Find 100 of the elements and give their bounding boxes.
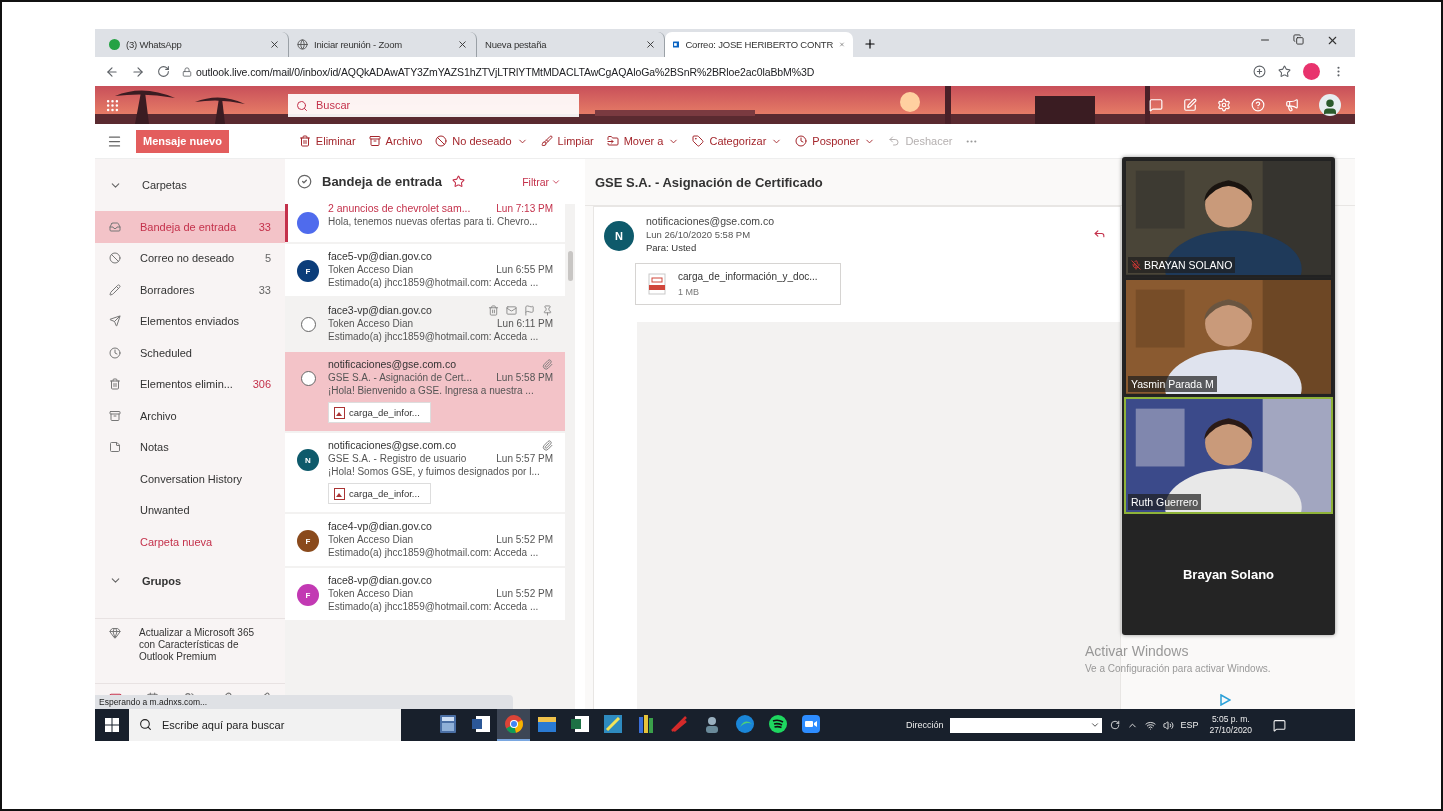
unread-count: 33 [258, 220, 271, 233]
select-circle[interactable] [300, 371, 316, 386]
close-icon[interactable] [645, 39, 656, 50]
folder-item[interactable]: Archivo [95, 400, 285, 432]
forward-icon[interactable] [131, 64, 145, 79]
attachment-card[interactable]: carga_de_información_y_doc... 1 MB [635, 263, 841, 305]
message-item[interactable]: F face8-vp@dian.gov.co Token Acceso Dian Lun 5:52 PM Estimado(a) jhcc1859@hotmail.com: Acceda ... [285, 568, 565, 620]
search-field[interactable]: Buscar [288, 93, 579, 117]
globe-icon [297, 39, 308, 50]
upgrade-text[interactable]: Actualizar a Microsoft 365 con Características de Outlook Premium [139, 626, 259, 663]
folders-header[interactable]: Carpetas [95, 159, 285, 211]
chat-icon [109, 39, 120, 50]
pdf-file-icon [648, 273, 666, 295]
sender-name: face5-vp@dian.gov.co [328, 250, 432, 262]
taskbar-app[interactable] [497, 709, 530, 741]
groups-header[interactable]: Grupos [95, 557, 285, 604]
message-time: Lun 6:55 PM [496, 264, 553, 275]
attachment-size: 1 MB [678, 287, 700, 297]
toolbar-button[interactable]: No deseado [435, 135, 528, 147]
video-camera-icon [801, 715, 820, 733]
trash-icon[interactable] [488, 304, 499, 316]
undo-icon [888, 135, 901, 147]
folder-item[interactable]: Bandeja de entrada 33 [95, 211, 285, 243]
favorite-icon[interactable] [451, 175, 465, 188]
restore-icon[interactable] [1293, 33, 1304, 45]
network-icon[interactable] [1144, 719, 1156, 731]
tag-icon [692, 135, 705, 147]
app-launcher-icon[interactable] [105, 97, 120, 113]
close-icon[interactable] [457, 39, 468, 50]
muted-mic-icon [1131, 259, 1141, 270]
message-item[interactable]: F face4-vp@dian.gov.co Token Acceso Dian Lun 5:52 PM Estimado(a) jhcc1859@hotmail.com: Acceda ... [285, 514, 565, 566]
attachment-chip[interactable]: carga_de_infor... [328, 483, 431, 504]
address-text[interactable]: outlook.live.com/mail/0/inbox/id/AQQkADAwATY3ZmYAZS1hZTVjLTRlYTMtMDACLTAwCgAQAloGa%2BSnR%2BRloe2ac0laBbM%3D [196, 65, 815, 78]
folder-item[interactable]: Elementos elimin... 306 [95, 368, 285, 400]
menu-icon[interactable] [107, 133, 122, 149]
volume-icon[interactable] [1162, 719, 1174, 731]
select-circle[interactable] [300, 317, 316, 332]
participant-name: Brayan Solano [1183, 566, 1274, 582]
folder-item[interactable]: Conversation History [95, 463, 285, 495]
close-icon[interactable] [269, 39, 280, 50]
message-item[interactable]: F face5-vp@dian.gov.co Token Acceso Dian Lun 6:55 PM Estimado(a) jhcc1859@hotmail.com: Acceda ... [285, 244, 565, 296]
toolbar-button[interactable]: Limpiar [540, 135, 594, 147]
new-folder-link[interactable]: Carpeta nueva [95, 526, 285, 558]
help-icon[interactable] [1251, 98, 1265, 112]
message-item[interactable]: notificaciones@gse.com.co GSE S.A. - Asignación de Cert... Lun 5:58 PM ¡Hola! Bienvenido a GSE. Ingresa a nuestra ... carga_de_infor... [285, 352, 565, 431]
address-field[interactable] [949, 717, 1102, 733]
folder-item[interactable]: Correo no deseado 5 [95, 242, 285, 274]
message-time: Lun 6:11 PM [497, 318, 553, 329]
chat-icon[interactable] [1149, 98, 1163, 112]
sender-name: face8-vp@dian.gov.co [328, 574, 432, 586]
attachment-chip[interactable]: carga_de_infor... [328, 402, 431, 423]
folder-item[interactable]: Notas [95, 431, 285, 463]
refresh-icon[interactable] [1109, 720, 1120, 730]
toolbar-button[interactable]: Posponer [795, 135, 876, 147]
scrollbar-thumb[interactable] [568, 251, 573, 281]
message-subject: Token Acceso Dian [328, 318, 414, 329]
sender-avatar: F [297, 260, 319, 282]
browser-tab[interactable]: Correo: JOSE HERIBERTO CONTR [665, 32, 853, 57]
select-all-icon[interactable] [297, 174, 312, 189]
message-preview: Estimado(a) jhcc1859@hotmail.com: Acceda ... [328, 331, 539, 342]
sender-avatar: N [604, 221, 634, 251]
toolbar-button[interactable]: Archivo [368, 135, 423, 147]
unread-count: 306 [252, 378, 271, 391]
archive-icon [109, 409, 121, 422]
notifications-icon[interactable] [1273, 718, 1287, 732]
folder-item[interactable]: Scheduled [95, 337, 285, 369]
settings-icon[interactable] [1217, 98, 1231, 112]
reply-icon[interactable] [1093, 227, 1106, 240]
message-preview: Estimado(a) jhcc1859@hotmail.com: Acceda ... [328, 601, 539, 612]
toolbar-button[interactable]: Mover a [606, 135, 680, 147]
reload-icon[interactable] [157, 65, 170, 78]
note-icon[interactable] [1183, 98, 1197, 112]
message-item[interactable]: N notificaciones@gse.com.co GSE S.A. - Registro de usuario Lun 5:57 PM ¡Hola! Somos GSE, y fuimos designados por l... carga_de_infor... [285, 433, 565, 512]
block-icon [435, 135, 448, 147]
activation-text: Ve a Configuración para activar Windows. [1085, 663, 1271, 674]
language-indicator[interactable]: ESP [1180, 720, 1199, 730]
message-preview: Hola, tenemos nuevas ofertas para ti. Chevro... [328, 216, 538, 227]
mail-icon [673, 39, 680, 50]
mail-icon[interactable] [506, 304, 517, 316]
new-message-button[interactable]: Mensaje nuevo [136, 129, 229, 153]
clock-text[interactable]: 5:05 p. m. 27/10/2020 [1209, 714, 1253, 736]
globe-icon [735, 715, 754, 733]
megaphone-icon[interactable] [1285, 98, 1299, 112]
folder-item[interactable]: Elementos enviados [95, 305, 285, 337]
folder-item[interactable]: Borradores 33 [95, 274, 285, 306]
sender-name: notificaciones@gse.com.co [328, 358, 456, 370]
back-icon[interactable] [105, 64, 119, 79]
toolbar-button[interactable]: Eliminar [298, 135, 356, 147]
bookmark-icon[interactable] [1278, 65, 1291, 78]
install-icon[interactable] [1253, 65, 1266, 78]
filter-button[interactable]: Filtrar [516, 174, 567, 189]
toolbar-button[interactable]: Categorizar [692, 135, 783, 147]
message-preview: ¡Hola! Bienvenido a GSE. Ingresa a nuestra ... [328, 385, 534, 396]
new-tab-icon[interactable] [863, 37, 877, 51]
message-item[interactable]: 2 anuncios de chevrolet sam... Lun 7:13 PM Hola, tenemos nuevas ofertas para ti. Chevro... [285, 204, 565, 242]
taskbar-search-field[interactable]: Escribe aquí para buscar [129, 709, 401, 741]
folder-item[interactable]: Unwanted [95, 494, 285, 526]
block-icon [109, 252, 121, 265]
clock-icon [109, 346, 121, 359]
sender-address: notificaciones@gse.com.co [646, 215, 775, 227]
